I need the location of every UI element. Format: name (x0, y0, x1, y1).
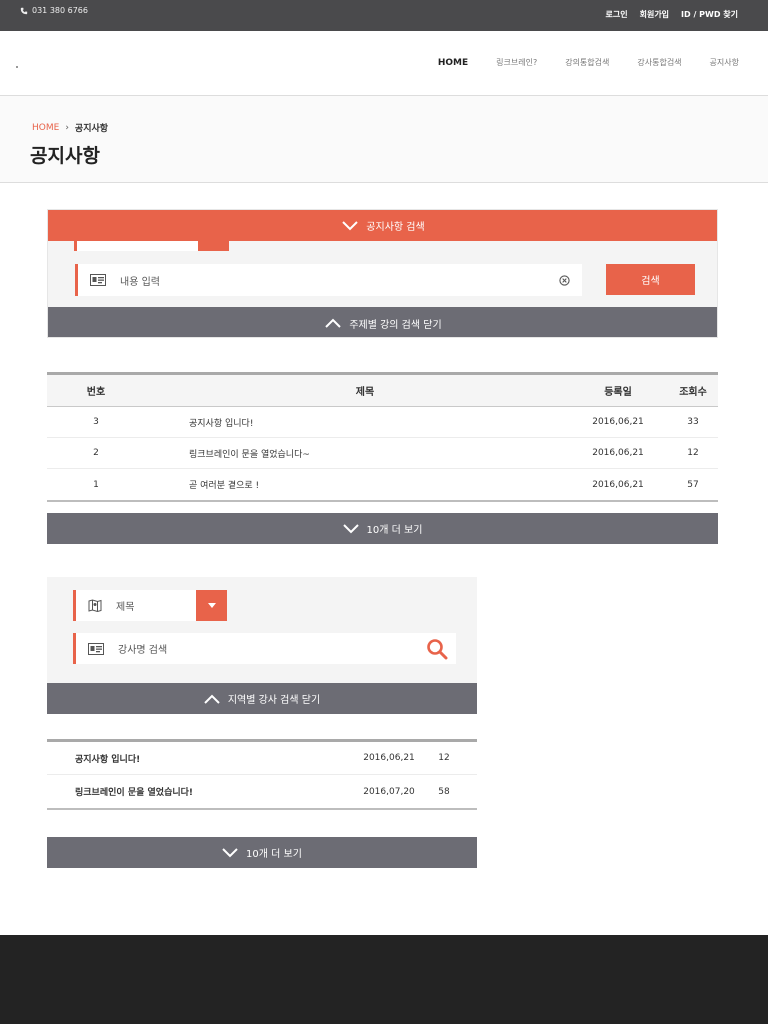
list-item-views: 58 (438, 786, 450, 797)
instructor-name-input[interactable]: 강사명 검색 (73, 633, 456, 664)
list-item[interactable]: 공지사항 입니다! 2016,06,21 12 (47, 742, 477, 775)
row-views: 12 (687, 448, 699, 458)
load-more-button[interactable]: 10개 더 보기 (47, 513, 718, 544)
load-more-label: 10개 더 보기 (366, 525, 423, 536)
list-item-title[interactable]: 공지사항 입니다! (47, 752, 349, 765)
login-link[interactable]: 로그인 (606, 9, 628, 20)
row-title[interactable]: 공지사항 입니다! (145, 416, 585, 429)
close-topic-search-button[interactable]: 주제별 강의 검색 닫기 (48, 307, 717, 337)
nav-item-instructor-search[interactable]: 강사통합검색 (637, 57, 681, 68)
load-more-label-2: 10개 더 보기 (246, 849, 302, 860)
row-views: 33 (687, 417, 699, 427)
notice-table: 번호 제목 등록일 조회수 3 공지사항 입니다! 2016,06,21 33 … (47, 372, 718, 502)
page-title: 공지사항 (30, 145, 100, 167)
find-id-pwd-link[interactable]: ID / PWD 찾기 (681, 9, 738, 20)
search-icon[interactable] (426, 638, 448, 660)
row-number: 1 (93, 479, 99, 490)
list-item[interactable]: 링크브레인이 문을 열었습니다! 2016,07,20 58 (47, 775, 477, 808)
list-item-date: 2016,06,21 (363, 753, 415, 763)
header-views: 조회수 (679, 387, 707, 398)
notice-list-compact: 공지사항 입니다! 2016,06,21 12 링크브레인이 문을 열었습니다!… (47, 739, 477, 810)
top-utility-bar: 031 380 6766 로그인 회원가입 ID / PWD 찾기 (0, 0, 768, 31)
notice-search-panel: 공지사항 검색 내용 입력 검색 주제별 강의 검색 닫기 (47, 209, 718, 338)
signup-link[interactable]: 회원가입 (640, 9, 669, 20)
row-title[interactable]: 링크브레인이 문을 열었습니다~ (145, 447, 585, 460)
row-number: 2 (93, 448, 99, 458)
row-date: 2016,06,21 (592, 479, 644, 490)
row-date: 2016,06,21 (592, 448, 644, 458)
breadcrumb-home[interactable]: HOME (32, 123, 59, 133)
header-date: 등록일 (604, 387, 632, 398)
logo[interactable] (16, 66, 18, 68)
phone-icon (20, 7, 28, 14)
phone-text: 031 380 6766 (32, 6, 88, 15)
dropdown-arrow-icon[interactable] (196, 590, 227, 621)
notice-search-toggle[interactable]: 공지사항 검색 (48, 210, 717, 241)
id-card-icon (90, 274, 106, 286)
main-nav: HOME 링크브레인? 강의통합검색 강사통합검색 공지사항 (438, 57, 739, 68)
close-region-search-label: 지역별 강사 검색 닫기 (227, 695, 321, 706)
id-card-icon (88, 642, 104, 655)
title-area: HOME › 공지사항 공지사항 (0, 96, 768, 183)
breadcrumb-current: 공지사항 (74, 124, 109, 134)
list-item-views: 12 (438, 753, 450, 763)
chevron-right-icon: › (65, 122, 69, 133)
row-number: 3 (93, 417, 99, 427)
close-topic-search-label: 주제별 강의 검색 닫기 (349, 319, 442, 331)
search-type-value: 제목 (116, 602, 135, 613)
content-input-placeholder: 내용 입력 (120, 276, 160, 288)
chevron-down-icon (342, 523, 359, 533)
nav-item-home[interactable]: HOME (438, 58, 468, 68)
clear-icon[interactable] (559, 274, 570, 286)
search-button[interactable]: 검색 (606, 264, 695, 295)
header-number: 번호 (86, 387, 106, 398)
header-title: 제목 (355, 387, 375, 398)
nav-item-notice[interactable]: 공지사항 (710, 57, 739, 68)
instructor-name-placeholder: 강사명 검색 (118, 645, 168, 656)
search-type-select[interactable]: 제목 (73, 590, 227, 621)
instructor-search-panel: 제목 강사명 검색 지역별 강사 검색 닫기 (47, 577, 477, 714)
chevron-up-icon (325, 318, 342, 328)
chevron-up-icon (204, 694, 220, 704)
list-item-date: 2016,07,20 (363, 786, 415, 797)
content-input[interactable]: 내용 입력 (75, 264, 582, 296)
header: HOME 링크브레인? 강의통합검색 강사통합검색 공지사항 (0, 31, 768, 96)
table-row[interactable]: 3 공지사항 입니다! 2016,06,21 33 (47, 407, 718, 438)
notice-search-toggle-label: 공지사항 검색 (366, 222, 425, 233)
chevron-down-icon (342, 220, 359, 230)
nav-item-lecture-search[interactable]: 강의통합검색 (565, 57, 609, 68)
list-item-title[interactable]: 링크브레인이 문을 열었습니다! (47, 785, 349, 798)
row-date: 2016,06,21 (592, 417, 644, 427)
close-region-search-button[interactable]: 지역별 강사 검색 닫기 (47, 683, 477, 714)
table-row[interactable]: 2 링크브레인이 문을 열었습니다~ 2016,06,21 12 (47, 438, 718, 469)
load-more-button-2[interactable]: 10개 더 보기 (47, 837, 477, 868)
row-views: 57 (687, 479, 699, 490)
row-title[interactable]: 곧 여러분 곁으로 ! (145, 478, 585, 491)
chevron-down-icon (222, 847, 238, 857)
nav-item-about[interactable]: 링크브레인? (496, 57, 537, 68)
breadcrumb: HOME › 공지사항 (32, 121, 109, 135)
table-header: 번호 제목 등록일 조회수 (47, 375, 718, 407)
phone-number: 031 380 6766 (20, 6, 88, 15)
footer (0, 935, 768, 1024)
table-row[interactable]: 1 곧 여러분 곁으로 ! 2016,06,21 57 (47, 469, 718, 500)
map-icon (88, 599, 102, 612)
